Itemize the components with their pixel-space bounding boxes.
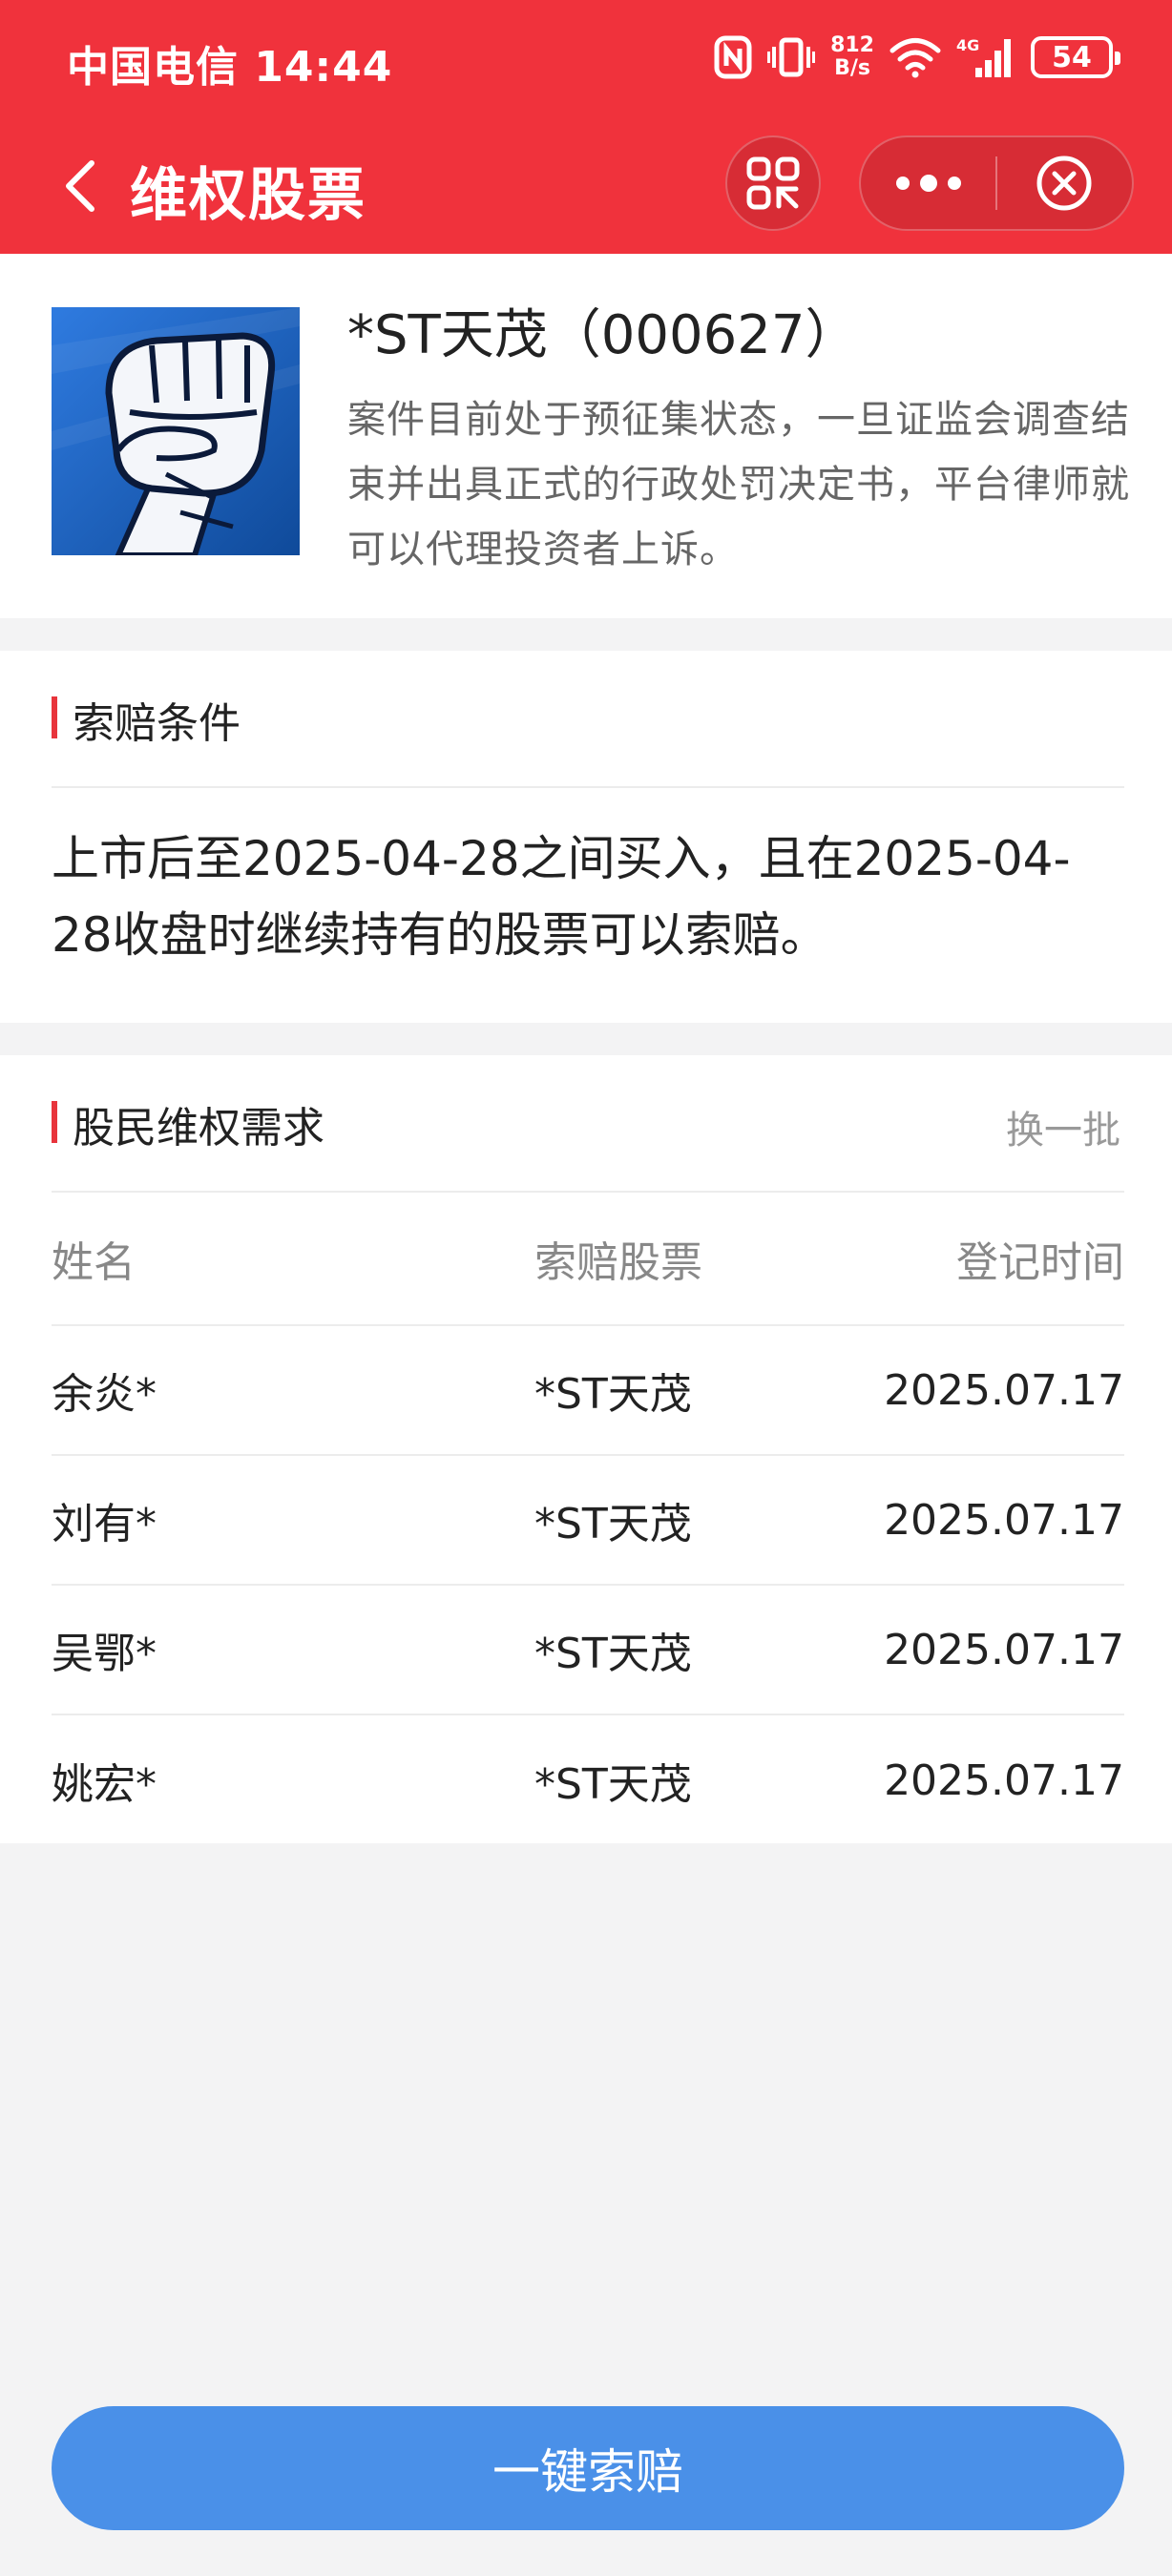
stock-name: *ST天茂（000627） <box>347 304 859 366</box>
more-button[interactable] <box>861 137 995 229</box>
nfc-icon <box>714 35 752 79</box>
row-date: 2025.07.17 <box>884 1495 1124 1545</box>
table-row: 刘有* *ST天茂 2025.07.17 <box>52 1456 1124 1586</box>
row-stock: *ST天茂 <box>534 1370 692 1419</box>
section-title-demands: 股民维权需求 <box>52 1093 324 1154</box>
row-stock: *ST天茂 <box>534 1760 692 1809</box>
cellular-signal-icon: 4G <box>956 35 1015 79</box>
row-date: 2025.07.17 <box>884 1365 1124 1415</box>
table-row: 余炎* *ST天茂 2025.07.17 <box>52 1326 1124 1456</box>
close-circle-icon <box>1036 156 1092 211</box>
carrier-time: 中国电信 14:44 <box>67 43 393 92</box>
row-name: 吴鄂* <box>52 1630 157 1678</box>
stock-logo <box>52 307 300 555</box>
column-header-name: 姓名 <box>52 1238 136 1287</box>
net-speed: 812 B/s <box>830 34 874 80</box>
row-date: 2025.07.17 <box>884 1755 1124 1805</box>
stock-card: *ST天茂（000627） 案件目前处于预征集状态，一旦证监会调查结束并出具正式… <box>0 254 1172 618</box>
net-speed-unit: B/s <box>834 56 870 80</box>
table-row: 姚宏* *ST天茂 2025.07.17 <box>52 1715 1124 1845</box>
claim-conditions-card: 索赔条件 上市后至2025-04-28之间买入，且在2025-04-28收盘时继… <box>0 651 1172 1023</box>
vibrate-icon <box>767 35 816 79</box>
row-stock: *ST天茂 <box>534 1630 692 1678</box>
mini-program-capsule <box>859 135 1134 231</box>
close-button[interactable] <box>997 137 1132 229</box>
column-header-date: 登记时间 <box>956 1238 1124 1287</box>
navigation-bar: 维权股票 <box>0 124 1172 248</box>
divider <box>52 786 1124 788</box>
row-name: 姚宏* <box>52 1760 157 1809</box>
row-date: 2025.07.17 <box>884 1625 1124 1674</box>
row-stock: *ST天茂 <box>534 1500 692 1548</box>
more-dots-icon <box>895 175 961 192</box>
chevron-left-icon <box>66 160 94 212</box>
app-header: 中国电信 14:44 812 B/s 4G 54 维权股票 <box>0 0 1172 254</box>
conditions-text: 上市后至2025-04-28之间买入，且在2025-04-28收盘时继续持有的股… <box>52 831 1071 963</box>
network-type-label: 4G <box>956 36 979 54</box>
battery-level: 54 <box>1052 40 1092 74</box>
demands-table: 姓名 索赔股票 登记时间 余炎* *ST天茂 2025.07.17 刘有* *S… <box>52 1193 1124 1845</box>
row-name: 余炎* <box>52 1370 157 1419</box>
investor-demands-card: 股民维权需求 换一批 姓名 索赔股票 登记时间 余炎* *ST天茂 2025.0… <box>0 1055 1172 1843</box>
table-header: 姓名 索赔股票 登记时间 <box>52 1193 1124 1326</box>
scan-button[interactable] <box>725 135 821 231</box>
section-title-conditions: 索赔条件 <box>52 689 241 750</box>
refresh-batch-link[interactable]: 换一批 <box>1006 1099 1120 1154</box>
stock-description: 案件目前处于预征集状态，一旦证监会调查结束并出具正式的行政处罚决定书，平台律师就… <box>347 398 1130 571</box>
row-name: 刘有* <box>52 1500 157 1548</box>
table-row: 吴鄂* *ST天茂 2025.07.17 <box>52 1586 1124 1715</box>
column-header-stock: 索赔股票 <box>534 1238 702 1287</box>
status-icons: 812 B/s 4G 54 <box>714 29 1120 86</box>
status-bar: 中国电信 14:44 812 B/s 4G 54 <box>0 0 1172 114</box>
scan-code-icon <box>746 156 800 210</box>
net-speed-value: 812 <box>830 33 874 57</box>
raised-fist-icon <box>52 307 300 555</box>
one-click-claim-button[interactable]: 一键索赔 <box>52 2406 1124 2530</box>
back-button[interactable] <box>52 151 109 221</box>
page-title: 维权股票 <box>130 162 366 229</box>
battery-indicator: 54 <box>1031 36 1120 78</box>
wifi-icon <box>889 36 941 78</box>
